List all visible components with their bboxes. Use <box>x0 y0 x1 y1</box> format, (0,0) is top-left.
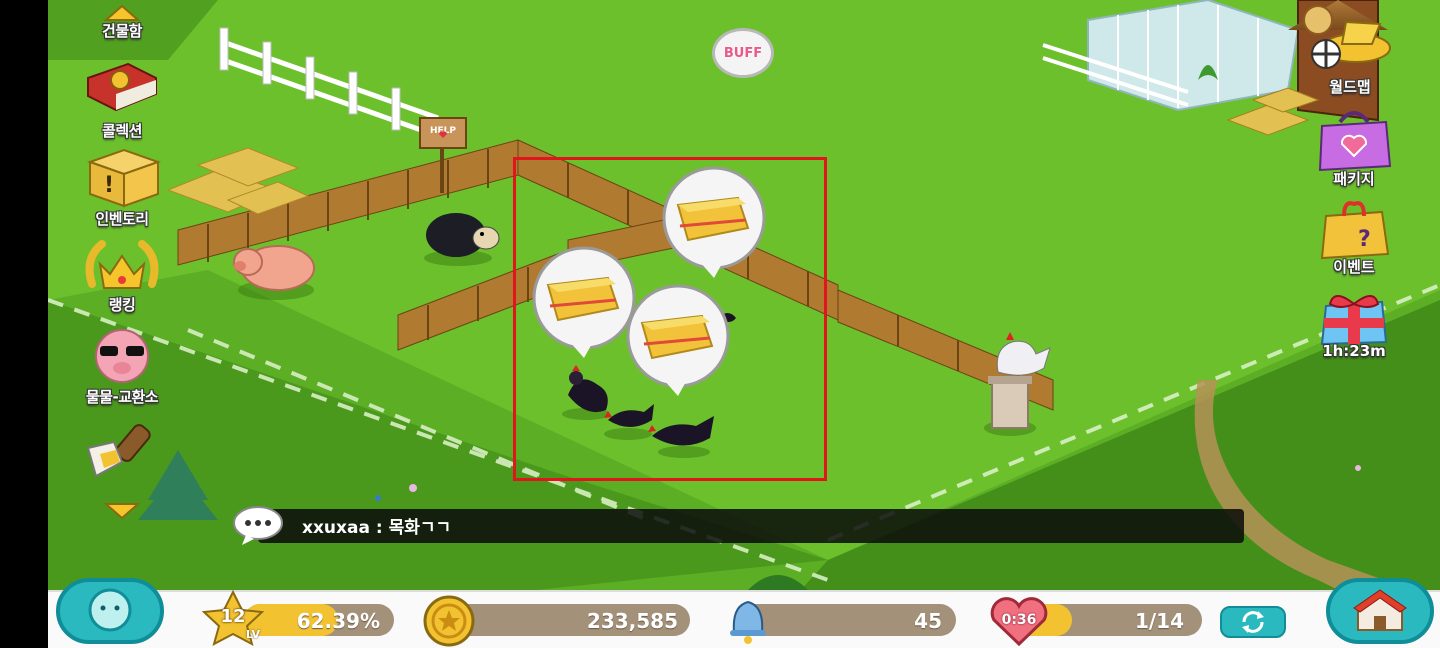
bell-icon <box>730 600 766 644</box>
level-number: 12 <box>220 606 246 627</box>
chevron-down-icon <box>103 503 141 520</box>
chat-bubble-icon[interactable] <box>232 505 286 545</box>
shop-button[interactable] <box>1326 578 1434 644</box>
timed-gift-button[interactable]: 1h:23m <box>1304 284 1404 360</box>
svg-text:?: ? <box>1358 227 1371 252</box>
exchange-button[interactable]: 물물-교환소 <box>72 326 172 407</box>
buff-label: BUFF <box>723 45 763 61</box>
character-face-icon <box>88 588 132 632</box>
paintbrush-icon <box>86 424 151 478</box>
chat-message: xxuxaa : 목화ㄱㄱ <box>302 518 452 538</box>
hay-bubble[interactable] <box>532 246 636 358</box>
game-stage[interactable]: HELP BUFF 건물함 콜렉션 ! 인벤토리 랭킹 물물-교환소 월드맵 패… <box>48 0 1440 648</box>
package-button[interactable]: 패키지 <box>1304 108 1404 189</box>
airplane-icon <box>1311 20 1391 69</box>
level-suffix: LV <box>245 628 260 641</box>
building-storage-label: 건물함 <box>102 22 142 40</box>
decorate-button[interactable] <box>72 418 172 482</box>
shopping-bag-icon <box>1318 111 1392 172</box>
event-label: 이벤트 <box>1333 258 1375 276</box>
gift-box-icon: ? <box>1320 201 1390 260</box>
timed-gift-countdown: 1h:23m <box>1322 342 1386 360</box>
bell-count: 45 <box>914 609 942 633</box>
package-label: 패키지 <box>1333 170 1375 188</box>
ranking-label: 랭킹 <box>108 296 136 314</box>
ranking-button[interactable]: 랭킹 <box>72 240 172 315</box>
refresh-button[interactable] <box>1220 606 1286 638</box>
svg-text:!: ! <box>104 173 114 198</box>
shop-icon <box>1353 589 1407 631</box>
menu-scroll-down-button[interactable] <box>72 496 172 524</box>
building-storage-button[interactable]: 건물함 <box>72 0 172 41</box>
hay-request-bubbles <box>532 166 766 396</box>
crown-icon <box>85 240 159 289</box>
hay-bubble[interactable] <box>626 284 730 396</box>
box-icon: ! <box>86 148 162 208</box>
gold-amount: 233,585 <box>586 609 678 633</box>
refresh-icon <box>1242 611 1264 633</box>
gold-coin-icon <box>423 595 475 647</box>
inventory-label: 인벤토리 <box>95 210 149 228</box>
book-icon <box>87 62 157 112</box>
present-icon <box>1320 295 1388 346</box>
friend-button[interactable] <box>56 578 164 644</box>
pig-character-icon <box>95 329 149 383</box>
collection-button[interactable]: 콜렉션 <box>72 60 172 141</box>
hay-bubble[interactable] <box>662 166 766 278</box>
inventory-button[interactable]: ! 인벤토리 <box>72 146 172 229</box>
world-map-label: 월드맵 <box>1329 78 1371 96</box>
event-button[interactable]: ? 이벤트 <box>1304 196 1404 277</box>
collection-label: 콜렉션 <box>102 122 142 140</box>
heart-count: 1/14 <box>1134 609 1184 633</box>
heart-timer: 0:36 <box>1001 612 1037 628</box>
buff-button[interactable]: BUFF <box>712 28 774 78</box>
exchange-label: 물물-교환소 <box>85 388 159 406</box>
exp-percent: 62.39% <box>296 609 380 633</box>
world-map-button[interactable]: 월드맵 <box>1300 14 1400 97</box>
